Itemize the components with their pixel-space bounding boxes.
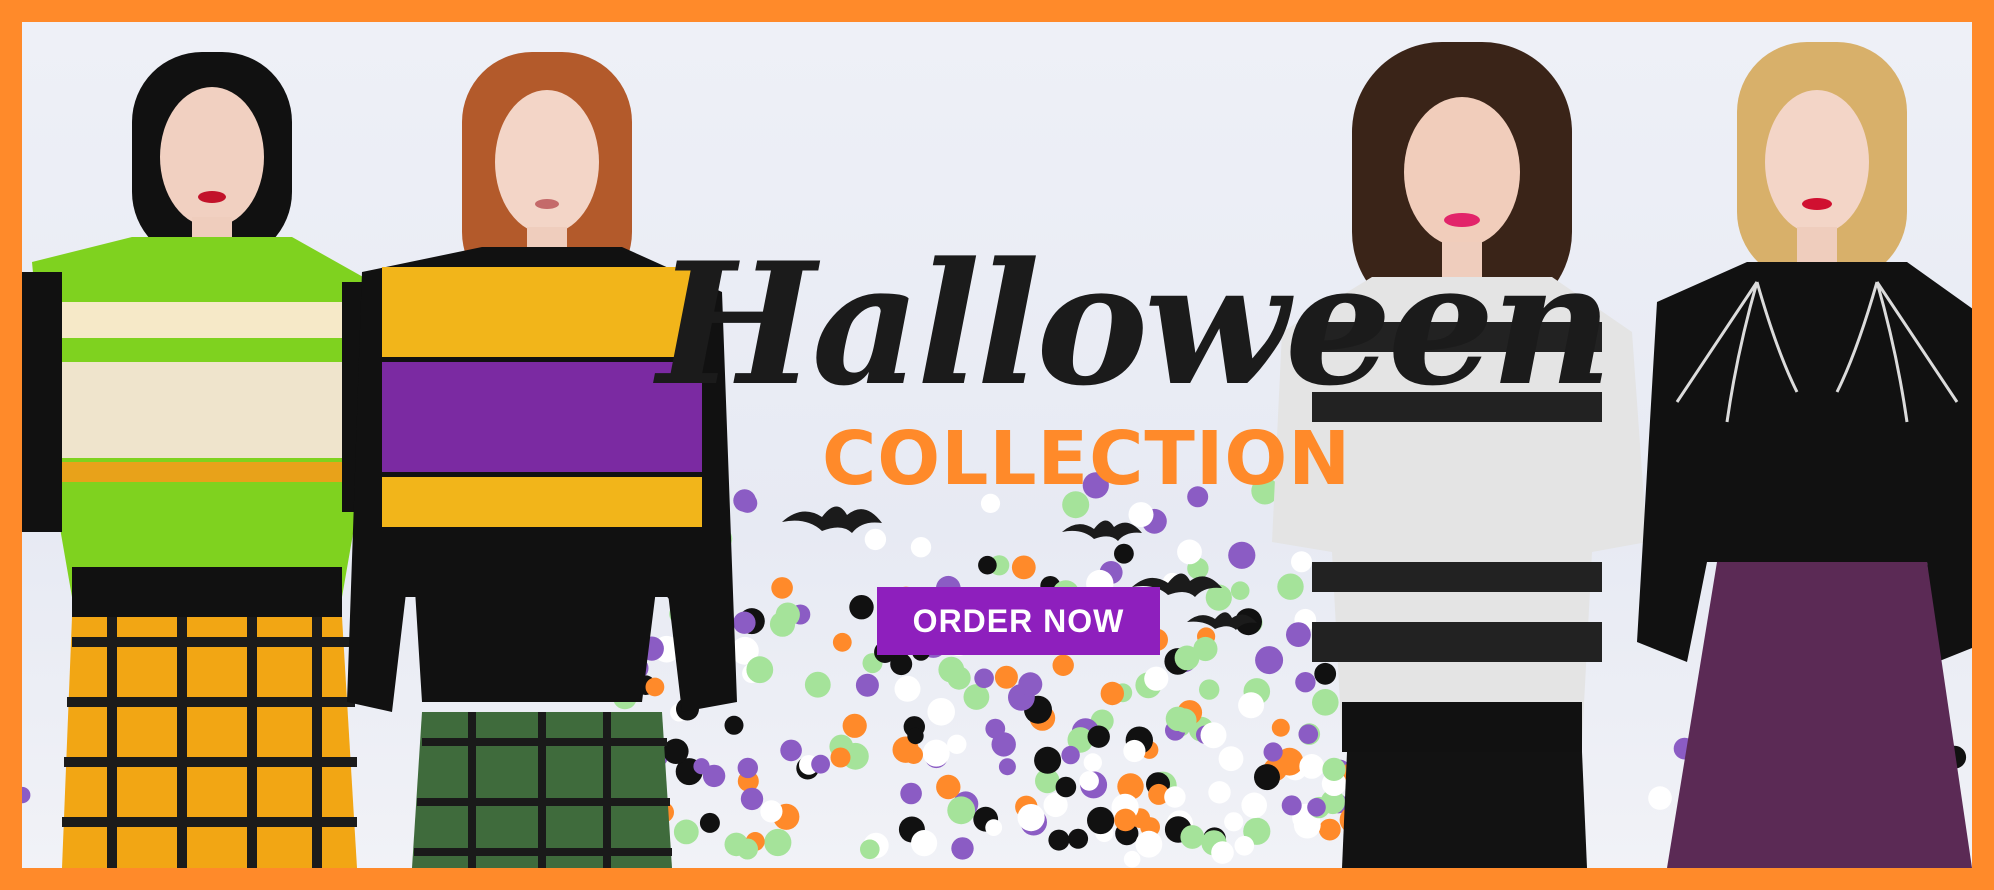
confetti-dot (1205, 584, 1232, 611)
confetti-dot (780, 739, 802, 762)
confetti-dot (769, 611, 796, 637)
sweater-band (52, 302, 352, 338)
sweater-band (52, 462, 352, 482)
confetti-dot (1123, 850, 1141, 868)
confetti-dot (936, 774, 961, 800)
sweater-hem (1342, 702, 1582, 752)
confetti-dot (994, 665, 1018, 689)
confetti-dot (1199, 679, 1220, 700)
sweater-band (1312, 562, 1602, 592)
confetti-dot (1052, 654, 1074, 676)
confetti-dot (978, 555, 997, 575)
confetti-dot (911, 830, 938, 857)
face (1765, 90, 1869, 234)
sweater-band (382, 267, 702, 357)
lips (198, 191, 226, 203)
lips (1802, 198, 1832, 210)
confetti-dot (1144, 666, 1169, 691)
confetti-dot (1224, 812, 1244, 832)
confetti-dot (1017, 804, 1045, 832)
banner-background: Halloween COLLECTION ORDER NOW (22, 22, 1972, 868)
sweater-band (382, 527, 702, 597)
confetti-dot (1048, 829, 1070, 851)
confetti-dot (860, 839, 880, 860)
neck (1797, 227, 1837, 267)
confetti-dot (1174, 645, 1200, 671)
confetti-dot (760, 800, 783, 823)
confetti-dot (864, 528, 887, 551)
confetti-dot (1061, 745, 1080, 765)
face (495, 90, 599, 234)
confetti-dot (1087, 806, 1115, 835)
banner-title: Halloween (657, 224, 1613, 423)
confetti-dot (927, 698, 955, 726)
confetti-dot (1083, 753, 1103, 772)
confetti-dot (1164, 786, 1186, 808)
confetti-dot (947, 734, 967, 754)
confetti-dot (1230, 581, 1250, 600)
confetti-dot (855, 673, 879, 697)
confetti-dot (842, 713, 867, 738)
sweater-band (52, 362, 352, 458)
confetti-dot (985, 718, 1006, 739)
confetti-dot (1128, 502, 1154, 528)
skirt (1667, 562, 1972, 868)
confetti-dot (1100, 681, 1125, 706)
confetti-dot (1200, 722, 1227, 749)
confetti-dot (951, 837, 974, 860)
confetti-dot (804, 671, 831, 698)
face (160, 87, 264, 227)
confetti-dot (938, 656, 965, 683)
confetti-dot (1123, 739, 1146, 763)
confetti-dot (1211, 841, 1234, 864)
confetti-dot (1177, 539, 1202, 565)
trousers (1342, 752, 1587, 868)
confetti-dot (894, 675, 921, 702)
model-green-boo-sweater (22, 52, 387, 868)
confetti-dot (1079, 771, 1099, 791)
confetti-dot (1218, 746, 1244, 772)
confetti-dot (849, 595, 874, 620)
confetti-dot (1135, 830, 1163, 858)
confetti-dot (1180, 825, 1205, 849)
sweater-band (382, 362, 702, 472)
confetti-dot (910, 537, 932, 558)
confetti-dot (832, 632, 852, 652)
confetti-dot (830, 747, 851, 768)
confetti-dot (907, 727, 924, 745)
model-spiderweb-cardigan (1637, 42, 1972, 868)
confetti-dot (998, 758, 1016, 776)
lips (535, 199, 559, 209)
confetti-dot (1034, 746, 1062, 774)
confetti-dot (740, 787, 764, 811)
sweater-band (1312, 622, 1602, 662)
confetti-dot (900, 782, 922, 805)
sweater-hem (72, 567, 342, 617)
order-now-button[interactable]: ORDER NOW (877, 587, 1160, 655)
confetti-dot (985, 819, 1003, 836)
confetti-dot (1011, 555, 1036, 580)
confetti-dot (811, 754, 830, 774)
confetti-dot (974, 668, 994, 689)
halloween-collection-banner[interactable]: Halloween COLLECTION ORDER NOW (0, 0, 1994, 890)
confetti-dot (1055, 776, 1077, 798)
confetti-dot (764, 828, 792, 857)
confetti-dot (922, 739, 950, 767)
confetti-dot (1208, 781, 1231, 804)
banner-subtitle: COLLECTION (822, 416, 1352, 502)
confetti-dot (771, 577, 793, 599)
confetti-dot (1018, 672, 1043, 697)
confetti-dot (1068, 828, 1089, 849)
confetti-dot (746, 656, 774, 684)
confetti-dot (947, 796, 976, 825)
confetti-dot (1114, 808, 1137, 832)
confetti-dot (1162, 572, 1182, 593)
confetti-dot (1087, 725, 1110, 748)
sweater-band (382, 477, 702, 527)
model-purple-pumpkin-sweater (347, 52, 737, 868)
left-sleeve (22, 272, 62, 532)
confetti-dot (1165, 706, 1191, 731)
confetti-dot (1114, 543, 1134, 564)
